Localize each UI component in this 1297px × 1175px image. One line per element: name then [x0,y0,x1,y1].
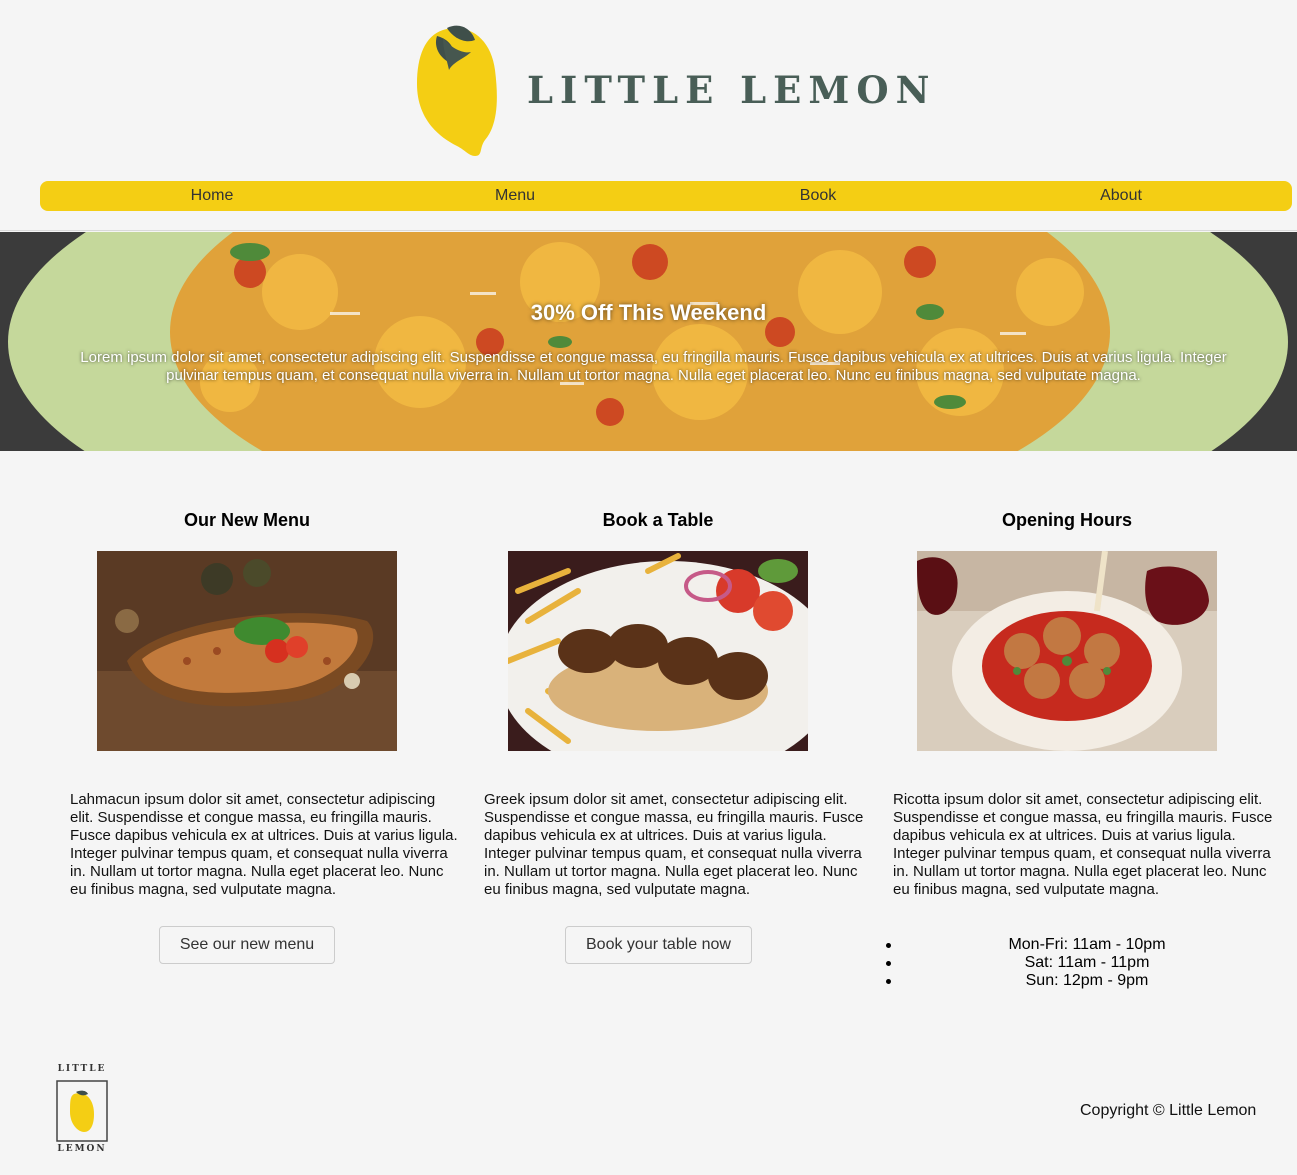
book-section-text: Greek ipsum dolor sit amet, consectetur … [484,791,864,898]
footer-logo[interactable]: LITTLE LEMON [54,1064,110,1158]
souvlaki-photo [508,551,808,751]
book-section-title: Book a Table [602,510,714,530]
hours-saturday: Sat: 11am - 11pm [886,954,1286,972]
menu-section-title: Our New Menu [183,510,311,530]
menu-section-text: Lahmacun ipsum dolor sit amet, consectet… [70,791,458,898]
brand-name: LITTLE LEMON [527,68,937,112]
nav-menu[interactable]: Menu [495,181,535,211]
footer-logo-top-text: LITTLE [57,1064,107,1074]
hero-description: Lorem ipsum dolor sit amet, consectetur … [80,349,1227,384]
nav-about[interactable]: About [1100,181,1142,211]
header-divider [0,230,1297,231]
site-logo[interactable]: LITTLE LEMON [413,18,929,160]
book-table-button[interactable]: Book your table now [565,926,752,964]
lahmacun-photo [97,551,397,751]
hours-weekdays: Mon-Fri: 11am - 10pm [886,936,1286,954]
hours-weekdays-text: Mon-Fri: 11am - 10pm [1008,936,1166,953]
hours-section-title: Opening Hours [1002,510,1132,530]
souvlaki-image [508,551,808,751]
footer-copyright: Copyright © Little Lemon [1080,1102,1257,1119]
hero-banner [0,232,1297,451]
hero-title: 30% Off This Weekend [530,300,767,325]
hours-sunday-text: Sun: 12pm - 9pm [1025,972,1149,989]
lemon-logo-icon [417,25,497,156]
meatballs-photo [917,551,1217,751]
nav-book[interactable]: Book [800,181,836,211]
footer-lemon-icon [56,1080,108,1142]
hours-saturday-text: Sat: 11am - 11pm [1024,954,1150,971]
main-nav: Home Menu Book About [40,181,1292,211]
footer-logo-bottom-text: LEMON [57,1144,107,1154]
nav-home[interactable]: Home [191,181,234,211]
pasta-hero-image [0,232,1297,451]
see-menu-button[interactable]: See our new menu [159,926,335,964]
hours-section-text: Ricotta ipsum dolor sit amet, consectetu… [893,791,1273,898]
lahmacun-image [97,551,397,751]
meatballs-image [917,551,1217,751]
opening-hours-list: Mon-Fri: 11am - 10pm Sat: 11am - 11pm Su… [886,936,1286,990]
hours-sunday: Sun: 12pm - 9pm [886,972,1286,990]
